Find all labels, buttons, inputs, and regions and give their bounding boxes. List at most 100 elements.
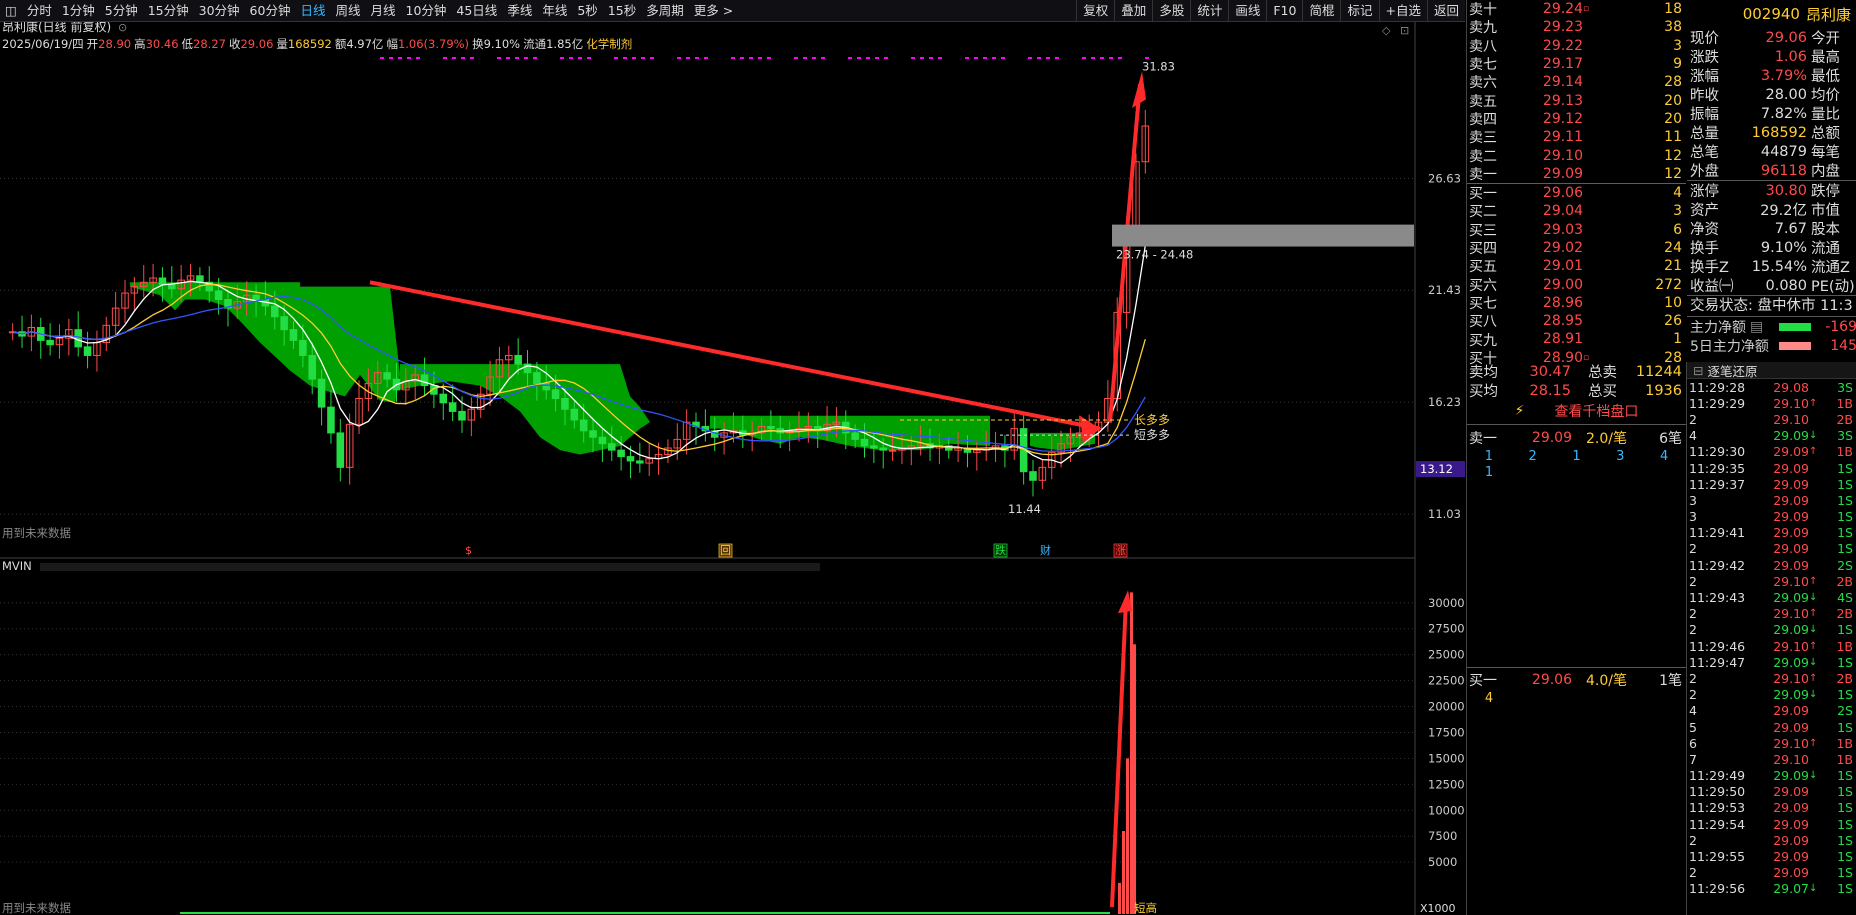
asks-row[interactable]: 卖五 29.13 20 bbox=[1467, 91, 1686, 110]
period-tab-1[interactable]: 1分钟 bbox=[57, 0, 100, 22]
event-marker[interactable]: $ bbox=[465, 544, 472, 557]
candle-body bbox=[196, 275, 204, 283]
period-tab-13[interactable]: 5秒 bbox=[572, 0, 602, 22]
period-tab-15[interactable]: 多周期 bbox=[641, 0, 689, 22]
event-marker[interactable]: 跌 bbox=[995, 543, 1006, 557]
event-marker[interactable]: 财 bbox=[1040, 543, 1051, 557]
asks-row[interactable]: 卖二 29.10 12 bbox=[1467, 146, 1686, 165]
period-tab-8[interactable]: 月线 bbox=[365, 0, 400, 22]
tick-time: 2 bbox=[1689, 687, 1697, 703]
bids-row[interactable]: 买五 29.01 21 bbox=[1467, 257, 1686, 275]
period-tab-0[interactable]: 分时 bbox=[22, 0, 57, 22]
period-tab-11[interactable]: 季线 bbox=[502, 0, 537, 22]
tool-button-4[interactable]: 画线 bbox=[1228, 0, 1266, 22]
tick-time: 11:29:35 bbox=[1689, 460, 1746, 476]
quote-label: 净资 bbox=[1690, 222, 1719, 238]
asks-price: 29.11 bbox=[1542, 129, 1583, 146]
tool-button-7[interactable]: 标记 bbox=[1340, 0, 1378, 22]
bid-queue-price: 29.06 bbox=[1531, 672, 1572, 688]
tool-button-2[interactable]: 多股 bbox=[1152, 0, 1190, 22]
vol-indicator-label[interactable]: MVIN bbox=[2, 559, 32, 573]
candle-body bbox=[420, 374, 429, 387]
period-tab-16[interactable]: 更多 > bbox=[689, 0, 738, 22]
bids-row[interactable]: 买七 28.96 10 bbox=[1467, 294, 1686, 312]
bid-queue-count: 1笔 bbox=[1659, 673, 1682, 689]
period-tab-4[interactable]: 30分钟 bbox=[194, 0, 245, 22]
bids-row[interactable]: 买三 29.03 6 bbox=[1467, 221, 1686, 239]
queue-order: 1 bbox=[1572, 448, 1581, 464]
period-tab-6[interactable]: 日线 bbox=[295, 0, 330, 22]
asks-row[interactable]: 卖十 29.24 ▫ 18 bbox=[1467, 0, 1686, 18]
tick-row: 2 29.10 2B bbox=[1687, 411, 1856, 427]
tool-button-9[interactable]: 返回 bbox=[1426, 0, 1465, 22]
asks-volume: 38 bbox=[1664, 19, 1682, 36]
period-tab-14[interactable]: 15秒 bbox=[603, 0, 641, 22]
quote-row: 外盘 96118 内盘 bbox=[1687, 161, 1856, 181]
asks-row[interactable]: 卖三 29.11 11 bbox=[1467, 128, 1686, 146]
diamond-icon[interactable]: ◇ bbox=[1382, 24, 1391, 37]
period-tab-3[interactable]: 15分钟 bbox=[143, 0, 194, 22]
bids-row[interactable]: 买四 29.02 24 bbox=[1467, 239, 1686, 257]
order-summary: 卖均 30.47 总卖 11244 买均 28.15 总买 1936 bbox=[1467, 362, 1686, 401]
panel-toggle-icon[interactable]: ◫ bbox=[0, 0, 22, 22]
bids-row[interactable]: 买九 28.91 1 bbox=[1467, 330, 1686, 348]
tick-volume: 2B bbox=[1836, 670, 1853, 686]
bid-summary-row: 买均 28.15 总买 1936 bbox=[1467, 381, 1686, 401]
kline-chart[interactable]: 26.63 21.43 16.23 11.03 昂利康(日线 前复权) ⊙ 2025/06/… bbox=[0, 19, 1465, 915]
tick-price: 29.10 bbox=[1773, 573, 1809, 589]
tick-volume: 1S bbox=[1837, 654, 1853, 670]
event-marker[interactable]: 回 bbox=[720, 544, 731, 557]
quote-row: 净资 7.67 股本 bbox=[1687, 219, 1856, 239]
asks-row[interactable]: 卖九 29.23 38 bbox=[1467, 18, 1686, 36]
period-tab-7[interactable]: 周线 bbox=[330, 0, 365, 22]
tool-button-0[interactable]: 复权 bbox=[1076, 0, 1114, 22]
period-tab-5[interactable]: 60分钟 bbox=[245, 0, 296, 22]
tool-button-8[interactable]: +自选 bbox=[1378, 0, 1427, 22]
tool-button-1[interactable]: 叠加 bbox=[1114, 0, 1152, 22]
volume-bar bbox=[1133, 644, 1136, 914]
calendar-icon[interactable]: ▤ bbox=[1750, 319, 1763, 335]
tick-list-header[interactable]: ⊟ 逐笔还原 bbox=[1687, 362, 1856, 379]
bids-row[interactable]: 买二 29.04 3 bbox=[1467, 202, 1686, 220]
period-tab-10[interactable]: 45日线 bbox=[451, 0, 502, 22]
signal-dot bbox=[1091, 57, 1095, 59]
volume-arrow-head bbox=[1118, 590, 1132, 614]
kline-chart-area[interactable]: 26.63 21.43 16.23 11.03 昂利康(日线 前复权) ⊙ 2025/06/… bbox=[0, 19, 1465, 915]
ask-total-value: 11244 bbox=[1635, 363, 1682, 380]
candle-body bbox=[299, 339, 307, 356]
signal-dot bbox=[506, 57, 510, 59]
asks-row[interactable]: 卖八 29.22 3 bbox=[1467, 37, 1686, 55]
quote-label: 收益㈠ bbox=[1690, 279, 1734, 295]
trade-status: 交易状态: 盘中休市 11:3 bbox=[1690, 298, 1853, 314]
period-tab-2[interactable]: 5分钟 bbox=[100, 0, 143, 22]
view-1000-level-button[interactable]: ⚡ 查看千档盘口 bbox=[1467, 400, 1686, 422]
quote-row: 涨跌 1.06 最高 bbox=[1687, 47, 1856, 67]
settings-icon[interactable]: ⊡ bbox=[1400, 24, 1409, 37]
dropdown-icon[interactable]: ⊙ bbox=[118, 21, 127, 34]
tick-price: 29.10 bbox=[1773, 751, 1809, 767]
bids-row[interactable]: 买一 29.06 4 bbox=[1467, 184, 1686, 202]
bids-row[interactable]: 买六 29.00 272 bbox=[1467, 275, 1686, 294]
tick-row: 2 29.10 ↑ 2B bbox=[1687, 670, 1856, 686]
asks-row[interactable]: 卖六 29.14 28 bbox=[1467, 73, 1686, 91]
low-mark: 11.44 bbox=[1008, 502, 1041, 516]
short-support-label: 短多多 bbox=[1134, 428, 1170, 442]
tick-row: 11:29:28 29.08 3S bbox=[1687, 379, 1856, 395]
collapse-icon[interactable]: ⊟ bbox=[1693, 363, 1703, 378]
high-mark: 31.83 bbox=[1142, 59, 1175, 73]
quote-value: 7.67 bbox=[1774, 220, 1807, 237]
tool-button-5[interactable]: F10 bbox=[1266, 0, 1302, 22]
tick-time: 3 bbox=[1689, 492, 1697, 508]
bids-row[interactable]: 买八 28.95 26 bbox=[1467, 312, 1686, 330]
asks-row[interactable]: 卖四 29.12 20 bbox=[1467, 110, 1686, 128]
tick-list[interactable]: ⊟ 逐笔还原 11:29:28 29.08 3S 11:29:29 29.10 ↑ 1B 2 2… bbox=[1686, 362, 1856, 915]
period-tab-12[interactable]: 年线 bbox=[537, 0, 572, 22]
tool-button-3[interactable]: 统计 bbox=[1190, 0, 1228, 22]
asks-row[interactable]: 卖七 29.17 9 bbox=[1467, 55, 1686, 73]
asks-row[interactable]: 卖一 29.09 12 bbox=[1467, 165, 1686, 183]
tool-button-6[interactable]: 简棍 bbox=[1302, 0, 1340, 22]
event-marker[interactable]: 涨 bbox=[1115, 544, 1126, 557]
info-sector: 化学制剂 bbox=[586, 37, 632, 51]
signal-dot bbox=[866, 57, 870, 59]
period-tab-9[interactable]: 10分钟 bbox=[401, 0, 452, 22]
